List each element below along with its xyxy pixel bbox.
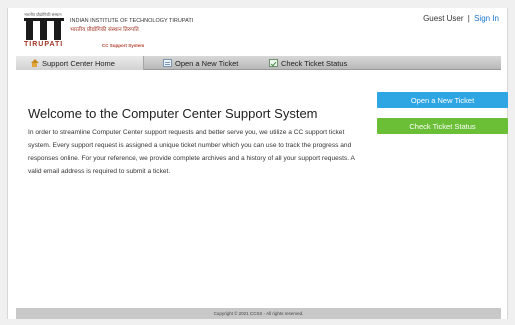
copyright-text: Copyright © 2021 CCSS - All rights reser… <box>213 311 304 316</box>
nav-open-new-ticket[interactable]: Open a New Ticket <box>163 56 273 70</box>
home-icon <box>30 59 39 67</box>
iit-emblem-icon <box>24 18 64 40</box>
new-ticket-icon <box>163 59 172 67</box>
iit-tirupati-logo[interactable]: भारतीय प्रौद्योगिकी संस्थान TIRUPATI IND… <box>24 12 193 52</box>
institute-name-english: INDIAN INSTITUTE OF TECHNOLOGY TIRUPATI <box>70 18 194 24</box>
check-ticket-status-button[interactable]: Check Ticket Status <box>377 118 508 134</box>
ticket-status-icon <box>269 59 278 67</box>
nav-support-center-home-label: Support Center Home <box>42 58 115 68</box>
main-nav: Support Center Home Open a New Ticket Ch… <box>16 56 501 70</box>
sign-in-link[interactable]: Sign In <box>474 14 499 23</box>
cc-support-system-label: CC Support System <box>102 43 145 48</box>
nav-check-ticket-status[interactable]: Check Ticket Status <box>269 56 389 70</box>
logo-city: TIRUPATI <box>24 41 64 48</box>
open-new-ticket-button[interactable]: Open a New Ticket <box>377 92 508 108</box>
welcome-title: Welcome to the Computer Center Support S… <box>28 106 318 121</box>
nav-support-center-home[interactable]: Support Center Home <box>16 56 144 70</box>
footer: Copyright © 2021 CCSS - All rights reser… <box>16 308 501 319</box>
user-area: Guest User | Sign In <box>423 14 499 23</box>
guest-user-label: Guest User <box>423 14 464 23</box>
header: भारतीय प्रौद्योगिकी संस्थान TIRUPATI IND… <box>8 8 507 56</box>
welcome-description: In order to streamline Computer Center s… <box>28 129 355 175</box>
user-separator: | <box>467 14 470 23</box>
page-container: भारतीय प्रौद्योगिकी संस्थान TIRUPATI IND… <box>7 8 508 319</box>
nav-check-ticket-status-label: Check Ticket Status <box>281 58 348 68</box>
nav-open-new-ticket-label: Open a New Ticket <box>175 58 239 68</box>
institute-name-hindi: भारतीय प्रौद्योगिकी संस्थान तिरुपति <box>70 27 139 33</box>
